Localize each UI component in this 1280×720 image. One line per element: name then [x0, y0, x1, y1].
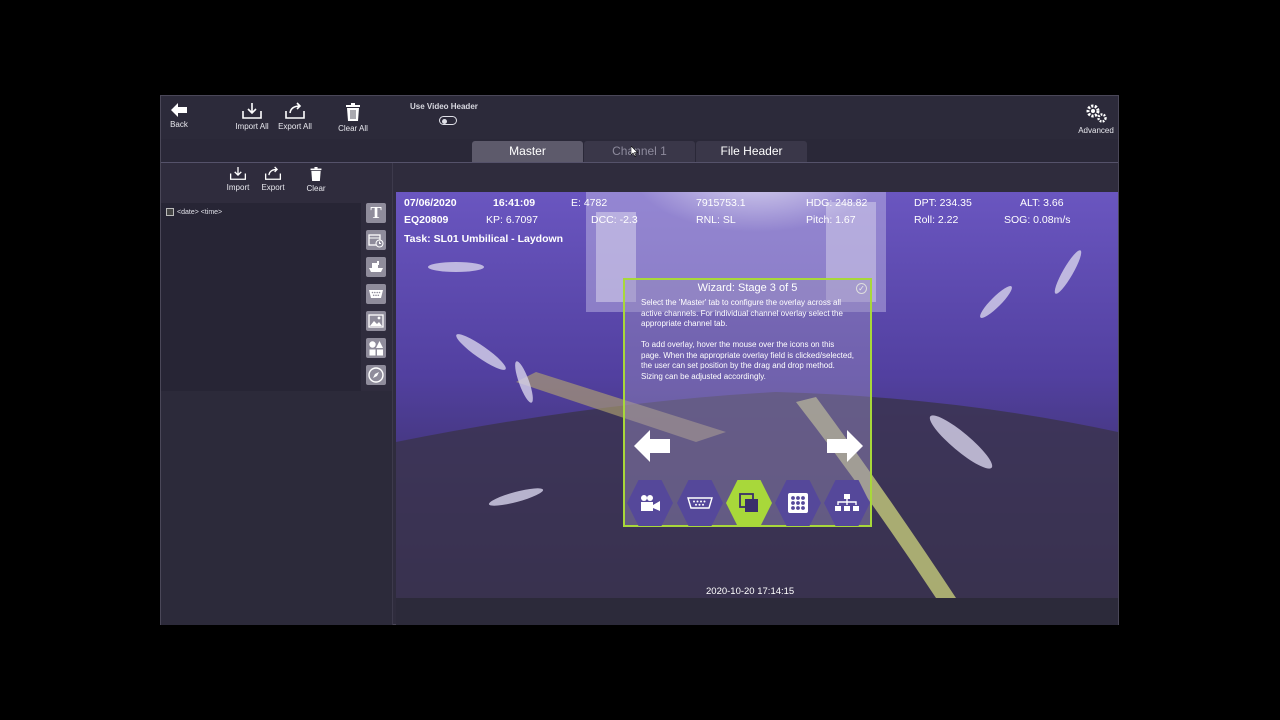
export-label: Export — [261, 183, 285, 192]
mouse-cursor-icon — [631, 146, 638, 157]
step-camera[interactable] — [627, 480, 673, 526]
back-label: Back — [170, 120, 188, 129]
arrow-left-icon — [634, 430, 670, 462]
overlay-depth[interactable]: DPT: 234.35 — [914, 197, 972, 209]
wizard-instructions: Select the 'Master' tab to configure the… — [641, 298, 855, 381]
video-bottom-strip — [396, 598, 1118, 625]
export-icon — [264, 166, 282, 180]
export-all-button[interactable]: Export All — [276, 102, 314, 131]
overlay-rnl[interactable]: RNL: SL — [696, 214, 736, 226]
gears-icon — [1086, 104, 1107, 123]
serial-port-icon[interactable] — [366, 284, 386, 304]
overlay-tool-column: T — [366, 203, 390, 392]
serial-port-icon — [687, 497, 713, 509]
clear-all-label: Clear All — [338, 124, 368, 133]
import-icon — [242, 103, 262, 119]
overlay-northing[interactable]: 7915753.1 — [696, 197, 746, 209]
overlay-sog[interactable]: SOG: 0.08m/s — [1004, 214, 1071, 226]
back-arrow-icon — [171, 103, 187, 117]
overlay-equipment[interactable]: EQ20809 — [404, 214, 448, 226]
trash-icon — [310, 167, 322, 181]
overlay-time[interactable]: 16:41:09 — [493, 197, 535, 209]
export-all-label: Export All — [278, 122, 312, 131]
overlay-items-panel: Import Export Clear <date> <time> T — [161, 163, 393, 625]
top-toolbar: Back Import All Export All Clear All Use… — [161, 96, 1118, 139]
use-video-header-label: Use Video Header — [410, 102, 478, 111]
overlay-task[interactable]: Task: SL01 Umbilical - Laydown — [404, 233, 563, 245]
export-icon — [285, 102, 305, 119]
list-item[interactable]: <date> <time> — [166, 208, 222, 216]
clear-label: Clear — [306, 184, 326, 193]
text-icon[interactable]: T — [366, 203, 386, 223]
arrow-right-icon — [827, 430, 863, 462]
clear-button[interactable]: Clear — [305, 166, 327, 193]
tab-channel-1[interactable]: Channel 1 — [584, 141, 695, 162]
overlay-kp[interactable]: KP: 6.7097 — [486, 214, 538, 226]
panel-toolbar: Import Export Clear — [161, 163, 392, 198]
wizard-close-check-icon[interactable]: ✓ — [856, 283, 867, 294]
wizard-dialog: Wizard: Stage 3 of 5 ✓ Select the 'Maste… — [623, 278, 872, 527]
overlay-date[interactable]: 07/06/2020 — [404, 197, 457, 209]
panel-empty-area — [161, 391, 392, 625]
wizard-title: Wizard: Stage 3 of 5 — [697, 282, 798, 294]
overlay-timestamp[interactable]: 2020-10-20 17:14:15 — [706, 586, 794, 597]
back-button[interactable]: Back — [169, 102, 189, 129]
overlay-altitude[interactable]: ALT: 3.66 — [1020, 197, 1064, 209]
import-all-label: Import All — [235, 122, 269, 131]
export-button[interactable]: Export — [259, 166, 287, 192]
use-video-header-toggle[interactable] — [439, 116, 457, 125]
overlay-easting[interactable]: E: 4782 — [571, 197, 607, 209]
step-overlay-layers[interactable] — [726, 480, 772, 526]
step-hierarchy[interactable] — [824, 480, 870, 526]
channel-tabs: Master Channel 1 File Header — [161, 139, 1118, 163]
grid-dots-icon — [788, 493, 808, 513]
overlay-item-list: <date> <time> — [161, 203, 361, 391]
trash-icon — [346, 103, 360, 121]
tab-file-header[interactable]: File Header — [696, 141, 807, 162]
overlay-heading[interactable]: HDG: 248.82 — [806, 197, 867, 209]
overlay-roll[interactable]: Roll: 2.22 — [914, 214, 958, 226]
import-icon — [229, 166, 247, 180]
camera-icon — [641, 495, 660, 511]
app-window: Back Import All Export All Clear All Use… — [160, 95, 1119, 625]
overlay-dcc[interactable]: DCC: -2.3 — [591, 214, 638, 226]
vessel-icon[interactable] — [366, 257, 386, 277]
clear-all-button[interactable]: Clear All — [336, 102, 370, 133]
item-label: <date> <time> — [177, 208, 223, 216]
step-serial-port[interactable] — [677, 480, 723, 526]
wizard-next-button[interactable] — [822, 423, 868, 469]
hierarchy-icon — [835, 494, 859, 511]
step-grid-dots[interactable] — [775, 480, 821, 526]
advanced-button[interactable]: Advanced — [1076, 102, 1116, 135]
image-icon[interactable] — [366, 311, 386, 331]
compass-icon[interactable] — [366, 365, 386, 385]
wizard-previous-button[interactable] — [629, 423, 675, 469]
overlay-pitch[interactable]: Pitch: 1.67 — [806, 214, 856, 226]
overlay-layers-icon — [739, 493, 758, 512]
item-checkbox[interactable] — [166, 208, 174, 216]
import-button[interactable]: Import — [225, 166, 251, 192]
import-label: Import — [226, 183, 250, 192]
advanced-label: Advanced — [1078, 126, 1114, 135]
wizard-steps — [625, 480, 870, 526]
tab-master[interactable]: Master — [472, 141, 583, 162]
import-all-button[interactable]: Import All — [233, 102, 271, 131]
shapes-icon[interactable] — [366, 338, 386, 358]
calendar-clock-icon[interactable] — [366, 230, 386, 250]
